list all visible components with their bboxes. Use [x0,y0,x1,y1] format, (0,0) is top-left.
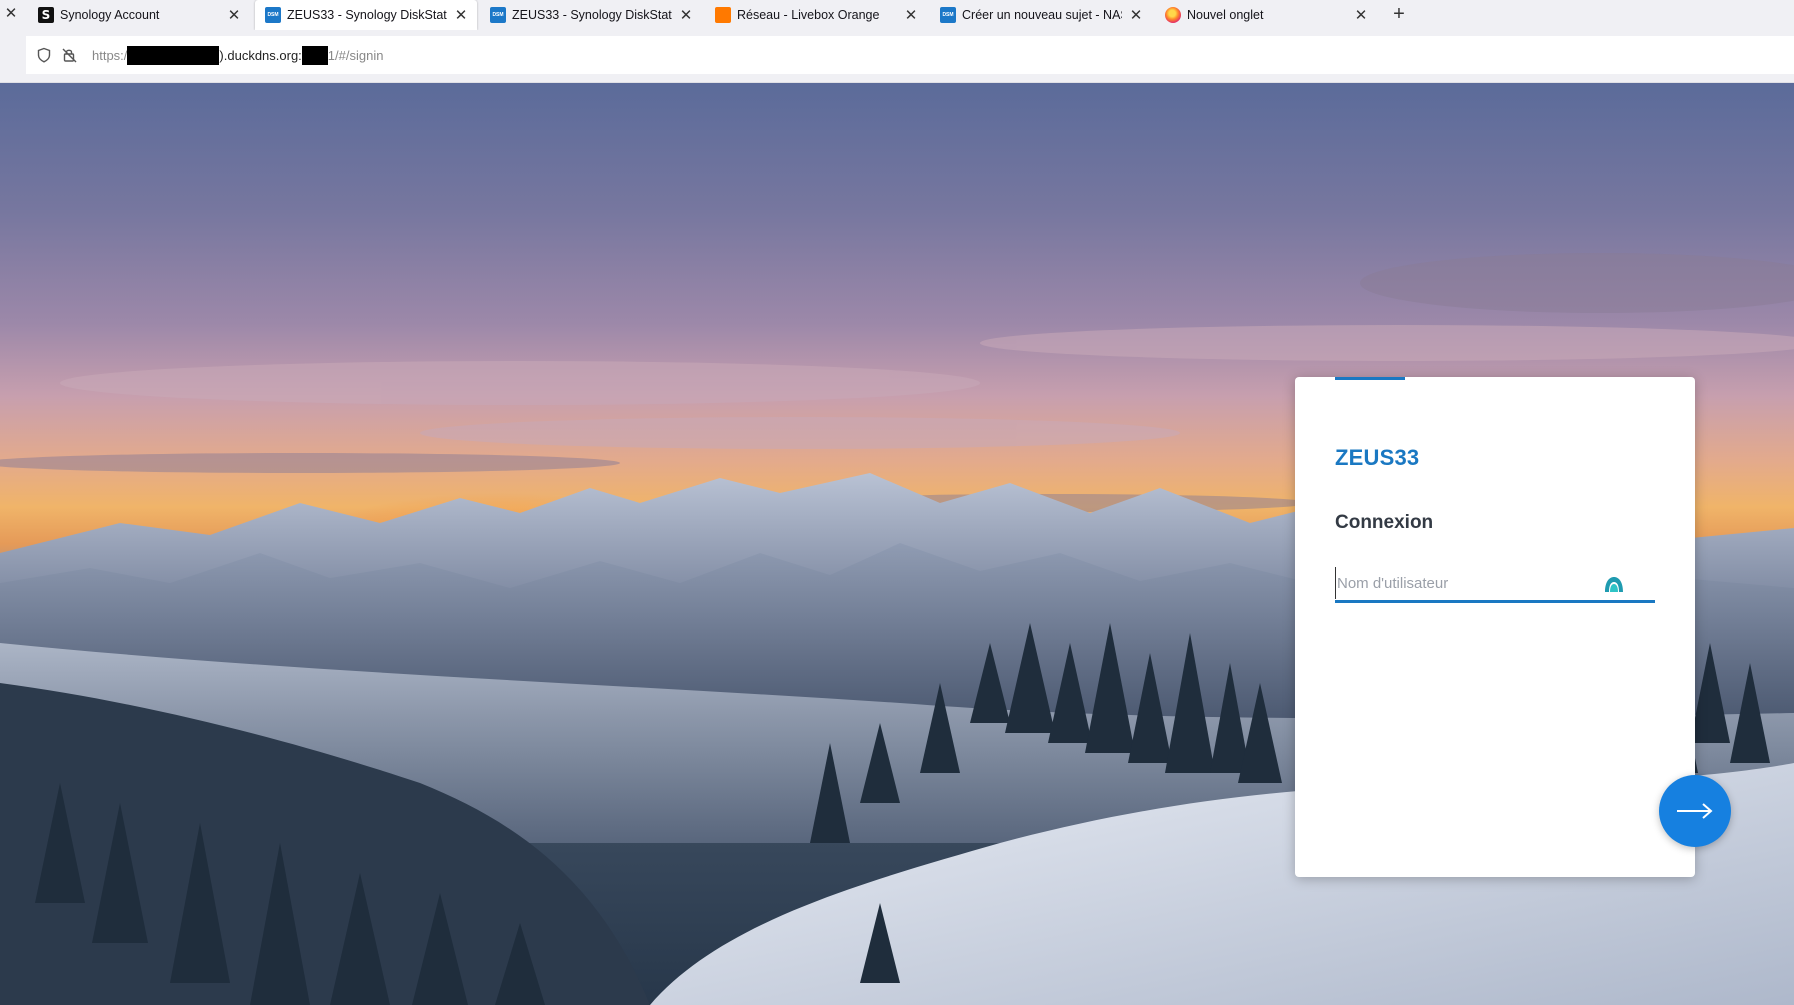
close-icon[interactable]: ✕ [226,6,242,24]
navigation-bar: https:/ ).duckdns.org: 1/#/signin [0,30,1794,83]
dsm-icon: DSM [265,7,281,23]
login-card: ZEUS33 Connexion [1295,377,1695,877]
login-title: Connexion [1335,512,1434,533]
redacted-block [301,45,328,65]
close-icon[interactable]: ✕ [453,6,469,24]
close-icon[interactable]: ✕ [678,6,694,24]
username-input[interactable] [1335,567,1615,599]
tab-title: Réseau - Livebox Orange [737,8,880,22]
tab-zeus33-diskstation[interactable]: DSM ZEUS33 - Synology DiskStation ✕ [480,0,702,30]
arrow-right-icon [1677,803,1713,819]
new-tab-plus-icon[interactable]: + [1388,3,1410,25]
tab-title: Nouvel onglet [1187,8,1264,22]
password-manager-icon[interactable] [1603,575,1625,593]
url-domain: ).duckdns.org: [219,47,302,63]
card-accent-bar [1335,377,1405,380]
url-bar[interactable]: https:/ ).duckdns.org: 1/#/signin [26,36,1794,74]
username-field[interactable] [1335,567,1655,603]
close-icon[interactable]: ✕ [3,5,19,23]
firefox-icon [1165,7,1181,23]
tab-title: Synology Account [60,8,160,22]
close-icon[interactable]: ✕ [1128,6,1144,24]
tab-title: ZEUS33 - Synology DiskStation [287,8,447,22]
orange-icon [715,7,731,23]
tab-strip: ✕ S Synology Account ✕ DSM ZEUS33 - Syno… [0,0,1794,30]
tab-title: Créer un nouveau sujet - NAS-F [962,8,1122,22]
tab-synology-account[interactable]: S Synology Account ✕ [28,0,250,30]
dsm-icon: DSM [490,7,506,23]
lock-warning-icon[interactable] [62,47,78,63]
dsm-icon: DSM [940,7,956,23]
login-submit-button[interactable] [1659,775,1731,847]
server-name: ZEUS33 [1335,445,1420,470]
tab-zeus33-diskstation-active[interactable]: DSM ZEUS33 - Synology DiskStation ✕ [255,0,477,30]
tab-nouvel-onglet[interactable]: Nouvel onglet ✕ [1155,0,1377,30]
redacted-block [127,45,220,65]
tab-livebox-orange[interactable]: Réseau - Livebox Orange ✕ [705,0,927,30]
close-icon[interactable]: ✕ [903,6,919,24]
shield-icon[interactable] [36,47,52,63]
tab-nouveau-sujet[interactable]: DSM Créer un nouveau sujet - NAS-F ✕ [930,0,1152,30]
url-path: 1/#/signin [327,47,384,63]
url-scheme: https:/ [92,47,128,63]
synology-s-icon: S [38,7,54,23]
tab-title: ZEUS33 - Synology DiskStation [512,8,672,22]
close-icon[interactable]: ✕ [1353,6,1369,24]
